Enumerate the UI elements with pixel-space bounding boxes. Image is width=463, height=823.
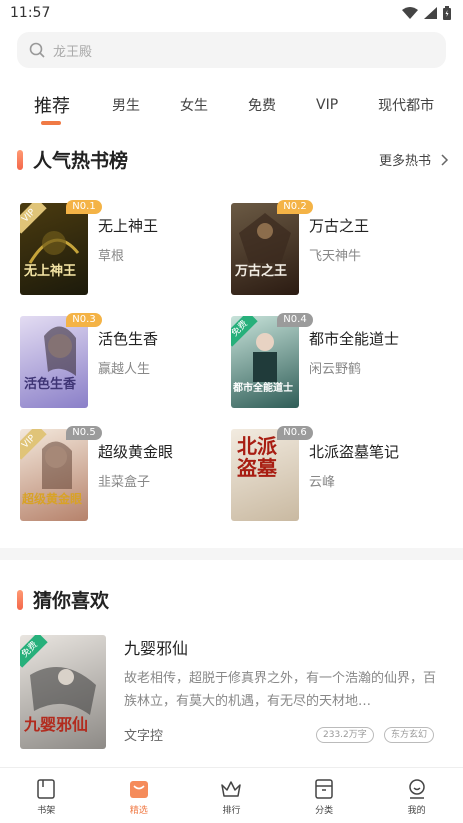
hot-book-2[interactable]: 万古之王 N0.2 万古之王 飞天神牛 (231, 200, 370, 295)
nav-bookshelf[interactable]: 书架 (0, 768, 93, 823)
book-cover: VIP 超级黄金眼 (20, 429, 88, 521)
status-icons (402, 6, 451, 20)
nav-featured[interactable]: 精选 (93, 768, 186, 823)
chevron-right-icon (441, 153, 449, 166)
profile-icon (408, 779, 425, 799)
word-count-tag: 233.2万字 (316, 727, 374, 743)
rank-badge: N0.5 (66, 426, 102, 440)
book-title: 超级黄金眼 (98, 443, 174, 461)
book-author: 韭菜盒子 (98, 475, 151, 490)
cover-title: 活色生香 (24, 377, 77, 392)
cover-title: 无上神王 (24, 264, 77, 279)
status-bar: 11:57 (0, 0, 463, 26)
nav-label: 分类 (315, 806, 334, 816)
search-icon (29, 42, 45, 58)
rank-badge: N0.1 (66, 200, 102, 214)
search-bar[interactable]: 龙王殿 (17, 32, 446, 68)
cover-title: 九婴邪仙 (24, 715, 89, 734)
bookshelf-icon (37, 779, 56, 799)
tab-recommend[interactable]: 推荐 (34, 92, 70, 118)
guess-section: 猜你喜欢 免费 九婴邪仙 九婴邪仙 故老相传，超脱于修真界之外，有一个浩瀚的仙界… (0, 586, 463, 749)
section-marker (17, 149, 23, 170)
active-tab-indicator (41, 121, 61, 125)
tab-vip[interactable]: VIP (316, 97, 338, 113)
cover-title: 北派盗墓 (237, 434, 277, 480)
hot-book-3[interactable]: 活色生香 N0.3 活色生香 赢越人生 (20, 313, 159, 408)
signal-icon (424, 7, 437, 19)
recommended-book[interactable]: 免费 九婴邪仙 九婴邪仙 故老相传，超脱于修真界之外，有一个浩瀚的仙界，百族林立… (20, 635, 450, 753)
rank-badge: N0.6 (277, 426, 313, 440)
crown-icon (221, 781, 242, 797)
more-hot-books-link[interactable]: 更多热书 (379, 150, 451, 169)
cover-title: 超级黄金眼 (22, 492, 83, 506)
nav-ranking[interactable]: 排行 (185, 768, 278, 823)
book-cover: 活色生香 (20, 316, 88, 408)
book-cover: 免费 九婴邪仙 (20, 635, 106, 749)
section-divider (0, 548, 463, 560)
book-cover: 免费 都市全能道士 (231, 316, 299, 408)
book-author: 飞天神牛 (309, 249, 362, 264)
rank-badge: N0.4 (277, 313, 313, 327)
book-cover: 万古之王 (231, 203, 299, 295)
book-title: 无上神王 (98, 217, 159, 235)
nav-label: 精选 (129, 806, 148, 816)
hot-section-header: 人气热书榜 更多热书 (0, 146, 463, 173)
nav-profile[interactable]: 我的 (370, 768, 463, 823)
rank-badge: N0.2 (277, 200, 313, 214)
category-icon (315, 779, 333, 799)
book-author: 云峰 (309, 475, 336, 490)
nav-label: 排行 (222, 806, 241, 816)
bottom-nav: 书架 精选 排行 分类 我的 (0, 767, 463, 823)
nav-label: 书架 (37, 806, 56, 816)
nav-label: 我的 (407, 806, 426, 816)
hot-book-5[interactable]: VIP 超级黄金眼 N0.5 超级黄金眼 韭菜盒子 (20, 426, 174, 521)
section-marker (17, 589, 23, 610)
category-tabs: 推荐 男生 女生 免费 VIP 现代都市 (0, 90, 463, 125)
book-cover: VIP 无上神王 (20, 203, 88, 295)
book-description: 故老相传，超脱于修真界之外，有一个浩瀚的仙界，百族林立，有莫大的机遇，有无尽的天… (124, 671, 437, 709)
book-title: 九婴邪仙 (124, 639, 189, 658)
more-label: 更多热书 (378, 154, 431, 169)
rank-badge: N0.3 (66, 313, 102, 327)
hot-book-1[interactable]: VIP 无上神王 N0.1 无上神王 草根 (20, 200, 159, 295)
book-cover: 北派盗墓 (231, 429, 299, 521)
hot-book-6[interactable]: 北派盗墓 N0.6 北派盗墓笔记 云峰 (231, 426, 400, 521)
book-title: 万古之王 (309, 217, 370, 235)
book-title: 活色生香 (98, 330, 159, 348)
book-title: 都市全能道士 (309, 330, 400, 348)
cover-title: 都市全能道士 (233, 383, 293, 394)
cover-title: 万古之王 (235, 264, 288, 279)
guess-section-header: 猜你喜欢 (0, 586, 463, 613)
nav-category[interactable]: 分类 (278, 768, 371, 823)
book-author: 文字控 (124, 729, 164, 744)
tab-male[interactable]: 男生 (112, 95, 140, 115)
guess-section-title: 猜你喜欢 (33, 590, 110, 612)
hot-section-title: 人气热书榜 (33, 150, 129, 172)
wifi-icon (402, 7, 418, 19)
book-author: 闲云野鹤 (309, 362, 362, 377)
book-author: 赢越人生 (98, 362, 151, 377)
featured-icon (129, 781, 148, 798)
tab-free[interactable]: 免费 (248, 95, 276, 115)
genre-tag: 东方玄幻 (384, 727, 435, 743)
status-time: 11:57 (10, 5, 51, 21)
hot-book-4[interactable]: 免费 都市全能道士 N0.4 都市全能道士 闲云野鹤 (231, 313, 400, 408)
book-author: 草根 (98, 249, 125, 264)
search-input[interactable]: 龙王殿 (53, 41, 92, 60)
tab-female[interactable]: 女生 (180, 95, 208, 115)
book-title: 北派盗墓笔记 (309, 443, 400, 461)
battery-icon (443, 6, 451, 20)
tab-modern-city[interactable]: 现代都市 (378, 95, 434, 115)
